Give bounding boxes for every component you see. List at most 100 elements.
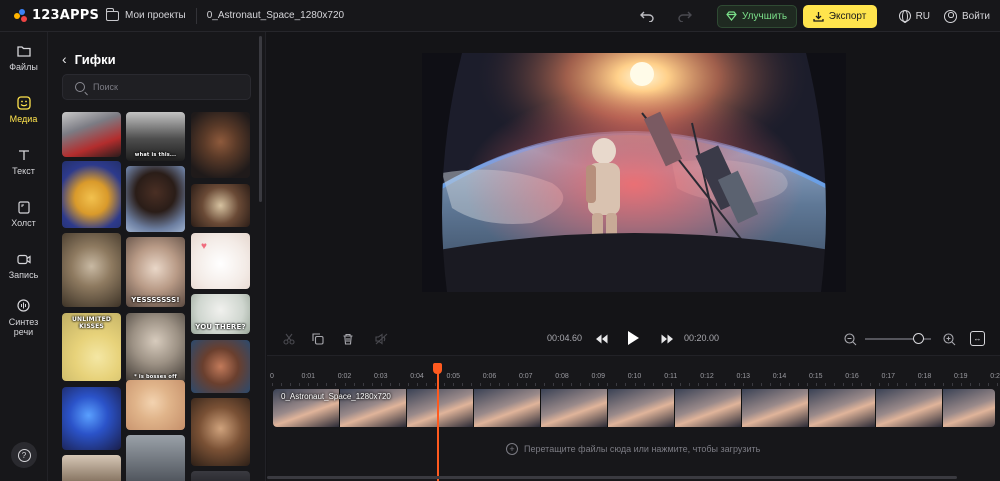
ruler-tick-label: 0:14: [772, 373, 787, 380]
play-button[interactable]: [626, 330, 640, 346]
globe-icon: [898, 10, 911, 23]
gif-thumbnail[interactable]: [62, 233, 121, 307]
gif-thumbnail[interactable]: [191, 398, 250, 466]
mute-button[interactable]: [373, 331, 389, 347]
gif-thumbnail[interactable]: [191, 184, 250, 227]
gif-thumbnail[interactable]: [62, 112, 121, 157]
ruler-tick-label: 0:03: [373, 373, 388, 380]
upload-drop-zone[interactable]: + Перетащите файлы сюда или нажмите, что…: [506, 443, 760, 455]
back-arrow-icon[interactable]: ‹: [62, 51, 67, 67]
gif-thumbnail[interactable]: [62, 387, 121, 450]
ruler-tick-label: 0:01: [301, 373, 316, 380]
video-preview[interactable]: [422, 53, 846, 292]
timeline-scrollbar[interactable]: [267, 476, 957, 479]
ruler-tick: [426, 383, 428, 386]
ruler-tick-label: 0:17: [881, 373, 896, 380]
gif-caption: UNLIMITED KISSES: [71, 316, 112, 330]
gif-thumbnail[interactable]: [62, 161, 121, 228]
ruler-tick: [534, 383, 536, 386]
ruler-tick: [398, 383, 400, 386]
ruler-tick: [933, 383, 935, 386]
help-button[interactable]: ?: [11, 442, 37, 468]
sidebar-item-record[interactable]: Запись: [0, 240, 47, 292]
ruler-tick: [688, 383, 690, 386]
sidebar-item-files[interactable]: Файлы: [0, 32, 47, 84]
gif-thumbnail[interactable]: YESSSSSSS!: [126, 237, 185, 307]
gif-search[interactable]: [62, 74, 251, 100]
ruler-tick-label: 0:19: [953, 373, 968, 380]
ruler-tick: [960, 383, 962, 386]
cut-button[interactable]: [281, 331, 297, 347]
gif-thumbnail[interactable]: [62, 455, 121, 481]
ruler-tick: [824, 383, 826, 386]
clip-frame-thumbnail: [407, 389, 474, 427]
fit-timeline-button[interactable]: ↔: [970, 331, 985, 346]
fast-forward-button[interactable]: [659, 331, 675, 347]
ruler-tick: [580, 383, 582, 386]
gif-thumbnail[interactable]: UNLIMITED KISSES: [62, 313, 121, 381]
timeline-ruler[interactable]: 0 0:01 0:02 0:03 0:04 0:05 0:06 0:07 0:08 0:09 0:1…: [267, 356, 1000, 386]
zoom-out-button[interactable]: [842, 331, 858, 347]
sidebar-item-canvas[interactable]: Холст: [0, 188, 47, 240]
ruler-tick: [380, 383, 382, 386]
ruler-tick: [281, 383, 283, 386]
gif-thumbnail[interactable]: [126, 380, 185, 430]
project-file-name[interactable]: 0_Astronaut_Space_1280x720: [207, 10, 344, 21]
ruler-tick: [906, 383, 908, 386]
download-icon: [813, 11, 824, 22]
duplicate-button[interactable]: [310, 331, 326, 347]
text-icon: [17, 148, 31, 162]
logo-text: 123APPS: [32, 8, 100, 23]
sidebar-item-speech-synthesis[interactable]: Синтез речи: [0, 292, 47, 344]
gif-thumbnail[interactable]: what is this...: [126, 112, 185, 161]
gif-thumbnail[interactable]: [191, 471, 250, 481]
clip-frame-thumbnail: [943, 389, 995, 427]
panel-title: Гифки: [74, 51, 116, 67]
rewind-button[interactable]: [593, 331, 609, 347]
gif-thumbnail[interactable]: * is bosses off: [126, 313, 185, 383]
clip-frame-thumbnail: [876, 389, 943, 427]
search-input[interactable]: [93, 82, 243, 92]
gif-caption: YESSSSSSS!: [131, 296, 180, 304]
gif-thumbnail[interactable]: YOU THERE?: [191, 294, 250, 334]
ruler-tick-label: 0:08: [555, 373, 569, 380]
sidebar-item-label: Текст: [12, 166, 35, 176]
sidebar-item-text[interactable]: Текст: [0, 136, 47, 188]
logo[interactable]: 123APPS: [0, 8, 100, 23]
sidebar-item-media[interactable]: Медиа: [0, 84, 47, 136]
logo-icon: [14, 8, 28, 23]
gif-thumbnail[interactable]: [126, 435, 185, 481]
ruler-tick: [670, 383, 672, 386]
gif-thumbnail[interactable]: [126, 166, 185, 232]
ruler-tick: [326, 383, 328, 386]
timeline[interactable]: 0 0:01 0:02 0:03 0:04 0:05 0:06 0:07 0:08 0:09 0:1…: [267, 356, 1000, 481]
export-button[interactable]: Экспорт: [802, 4, 877, 28]
gif-thumbnail[interactable]: ♥: [191, 233, 250, 289]
video-track-clip[interactable]: 0_Astronaut_Space_1280x720: [273, 389, 995, 427]
ruler-tick-label: 0:11: [664, 373, 678, 380]
upgrade-button[interactable]: Улучшить: [716, 4, 797, 28]
tool-sidebar: Файлы Медиа Текст Холст Запись Синтез ре…: [0, 32, 48, 481]
language-selector[interactable]: RU: [898, 10, 930, 23]
redo-button[interactable]: [675, 6, 695, 26]
gif-thumbnail[interactable]: [191, 112, 250, 178]
zoom-slider-handle[interactable]: [913, 333, 924, 344]
clip-name: 0_Astronaut_Space_1280x720: [281, 392, 391, 401]
ruler-tick: [607, 383, 609, 386]
ruler-tick: [761, 383, 763, 386]
ruler-tick: [842, 383, 844, 386]
playhead-handle[interactable]: [433, 363, 442, 374]
my-projects-button[interactable]: Мои проекты: [105, 7, 186, 21]
panel-scrollbar[interactable]: [259, 36, 262, 202]
ruler-tick: [407, 383, 409, 386]
fast-forward-icon: [661, 334, 673, 344]
zoom-in-button[interactable]: [941, 331, 957, 347]
ruler-tick-label: 0:09: [591, 373, 606, 380]
ruler-tick: [543, 383, 545, 386]
gif-caption: what is this...: [134, 152, 177, 158]
ruler-tick-label: 0:13: [736, 373, 751, 380]
delete-button[interactable]: [340, 331, 356, 347]
login-button[interactable]: Войти: [944, 9, 990, 23]
gif-thumbnail[interactable]: [191, 340, 250, 393]
undo-button[interactable]: [637, 6, 657, 26]
